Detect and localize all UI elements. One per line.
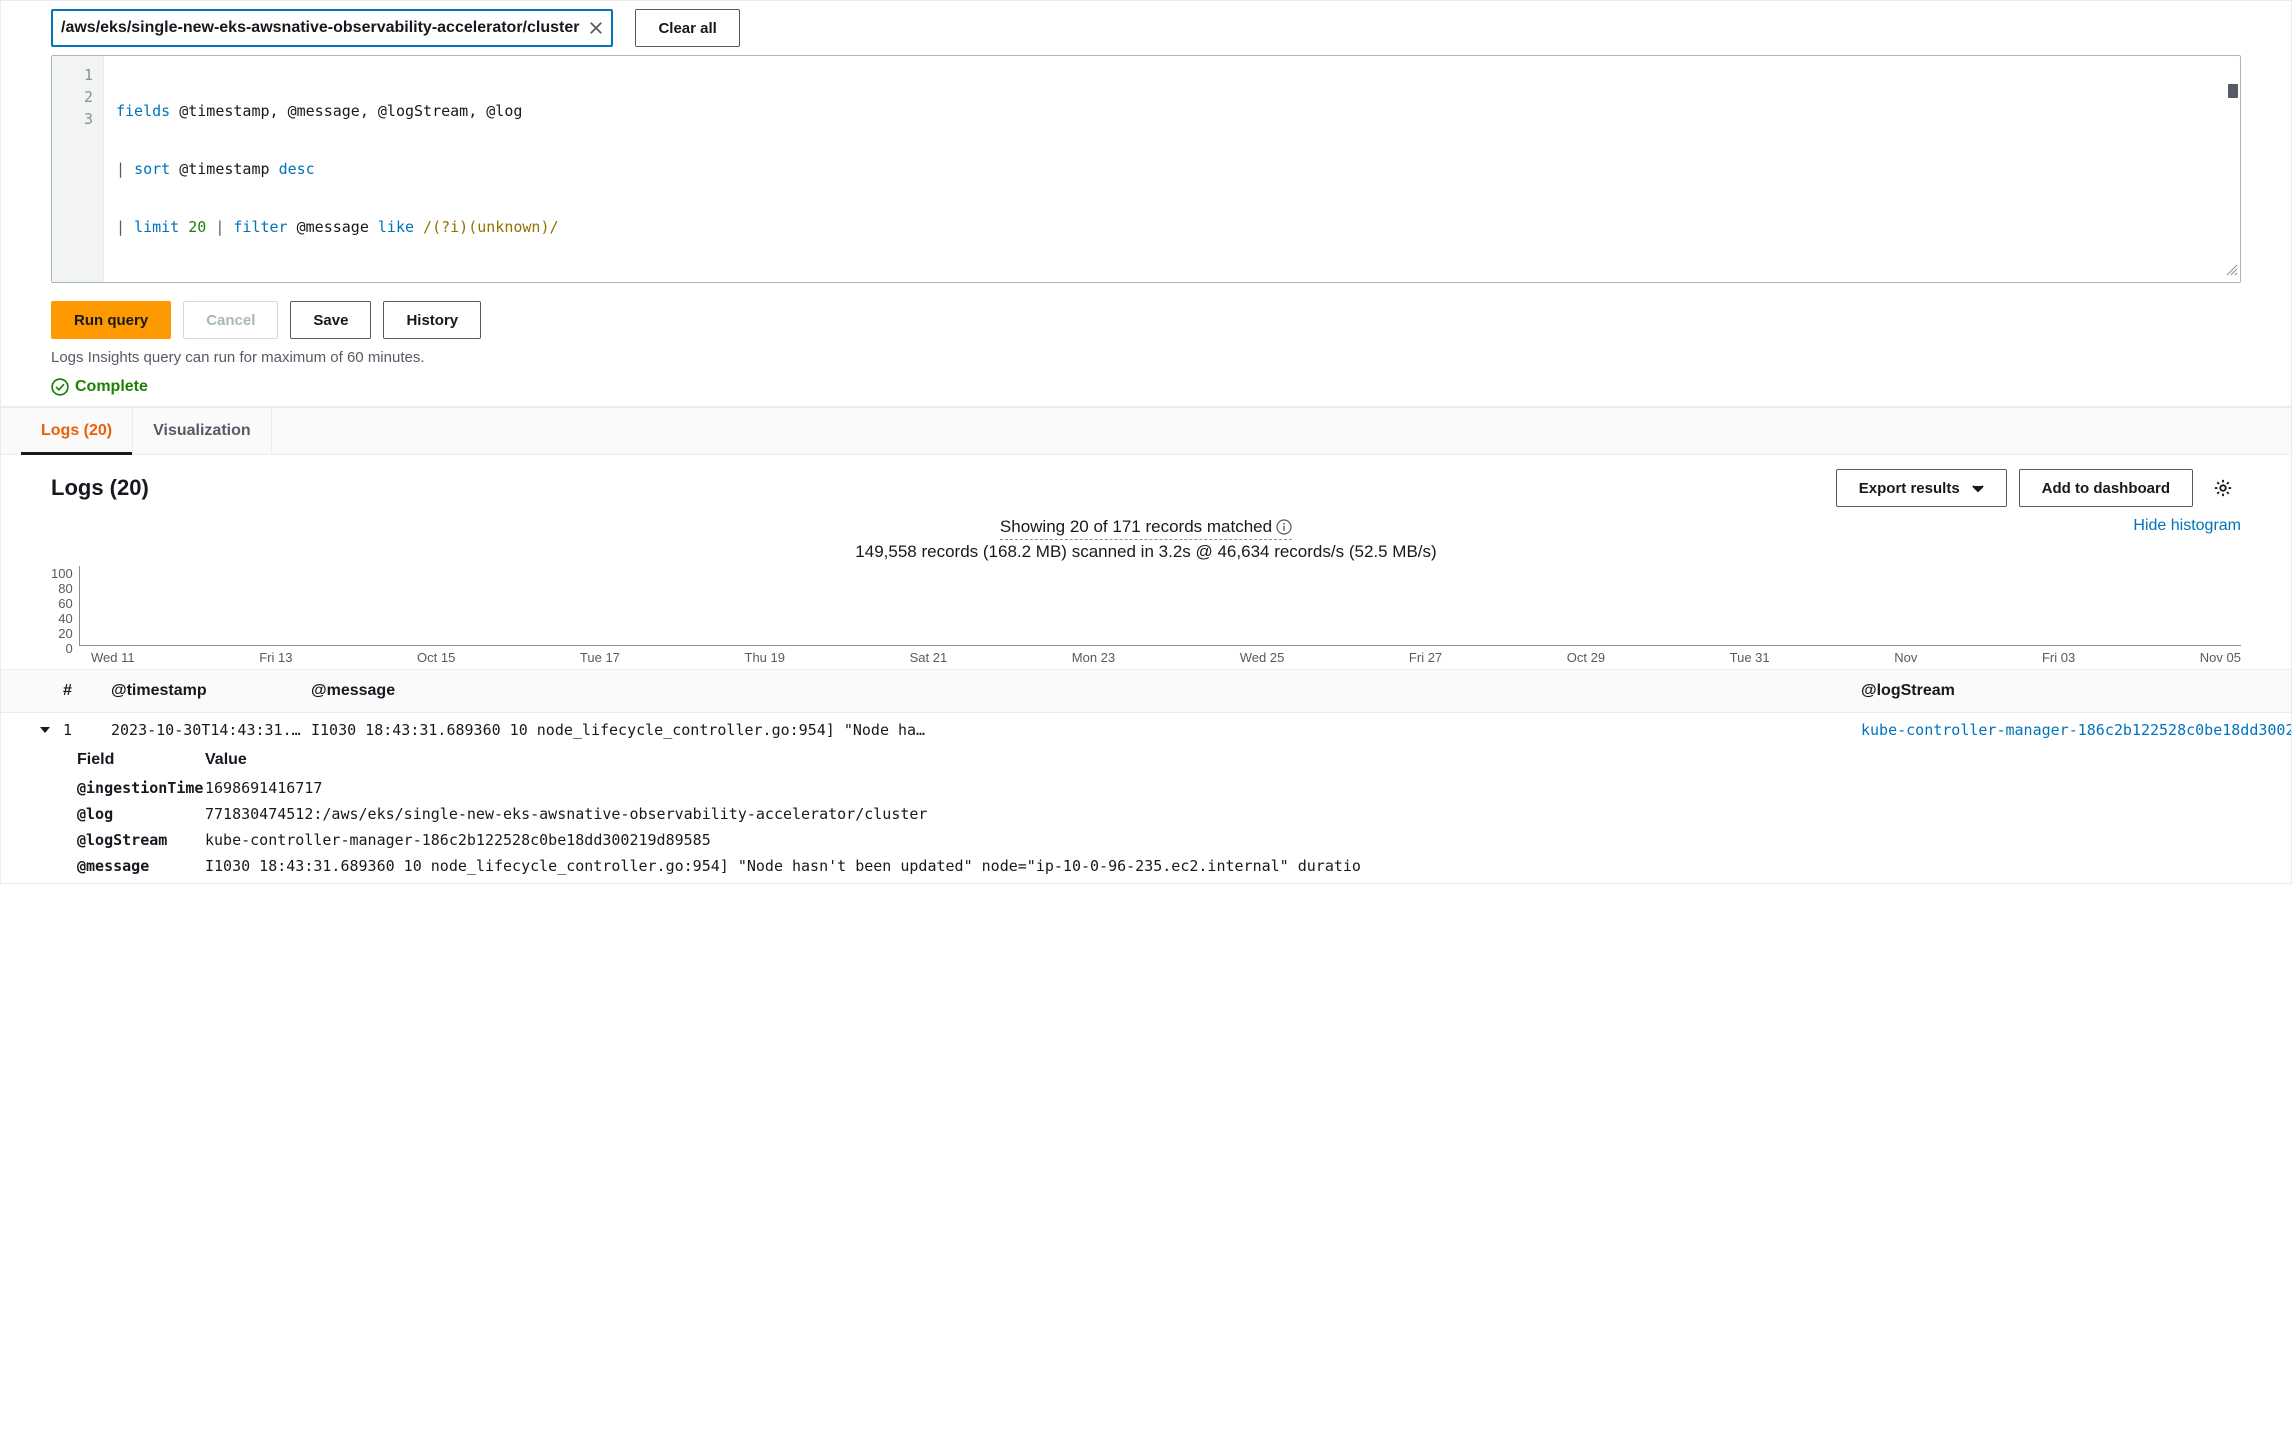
add-to-dashboard-button[interactable]: Add to dashboard <box>2019 469 2193 507</box>
cancel-button: Cancel <box>183 301 278 339</box>
caret-down-icon <box>1972 480 1984 497</box>
row-message: I1030 18:43:31.689360 10 node_lifecycle_… <box>311 721 1861 739</box>
caret-down-filled-icon <box>39 725 51 735</box>
scroll-indicator[interactable] <box>2228 84 2238 98</box>
editor-gutter: 123 <box>52 56 104 282</box>
info-icon <box>1276 519 1292 535</box>
row-logstream-link[interactable]: kube-controller-manager-186c2b122528c0be… <box>1861 721 2291 739</box>
query-hint: Logs Insights query can run for maximum … <box>51 349 2241 366</box>
close-icon[interactable] <box>589 21 603 35</box>
results-title: Logs (20) <box>51 475 149 501</box>
col-index: # <box>51 682 111 700</box>
table-header: # @timestamp @message @logStream <box>1 669 2291 713</box>
editor-code[interactable]: fields @timestamp, @message, @logStream,… <box>104 56 2240 282</box>
expand-toggle[interactable] <box>1 721 51 739</box>
y-axis: 100 80 60 40 20 0 <box>51 566 79 646</box>
row-timestamp: 2023-10-30T14:43:31.… <box>111 721 311 739</box>
check-circle-icon <box>51 378 69 396</box>
hide-histogram-link[interactable]: Hide histogram <box>2133 517 2241 535</box>
detail-row: @log 771830474512:/aws/eks/single-new-ek… <box>77 805 2291 823</box>
query-editor[interactable]: 123 fields @timestamp, @message, @logStr… <box>51 55 2241 283</box>
settings-button[interactable] <box>2205 470 2241 506</box>
col-logstream: @logStream <box>1861 682 2291 700</box>
x-axis: Wed 11 Fri 13 Oct 15 Tue 17 Thu 19 Sat 2… <box>51 646 2241 665</box>
detail-row: @ingestionTime 1698691416717 <box>77 779 2291 797</box>
row-index: 1 <box>51 721 111 739</box>
clear-all-button[interactable]: Clear all <box>635 9 739 47</box>
save-button[interactable]: Save <box>290 301 371 339</box>
plot-area[interactable] <box>79 566 2241 646</box>
histogram: 100 80 60 40 20 0 Wed 11 Fri 13 Oct 15 T… <box>1 562 2291 669</box>
status-complete: Complete <box>51 378 2241 396</box>
detail-row: @logStream kube-controller-manager-186c2… <box>77 831 2291 849</box>
stats-matched: Showing 20 of 171 records matched <box>1000 517 1292 540</box>
gear-icon <box>2213 478 2233 498</box>
table-row[interactable]: 1 2023-10-30T14:43:31.… I1030 18:43:31.6… <box>1 713 2291 747</box>
tab-visualization[interactable]: Visualization <box>133 408 272 454</box>
stats-scanned: 149,558 records (168.2 MB) scanned in 3.… <box>51 542 2241 562</box>
export-results-button[interactable]: Export results <box>1836 469 2007 507</box>
row-details: Field Value @ingestionTime 1698691416717… <box>1 747 2291 875</box>
log-group-text: /aws/eks/single-new-eks-awsnative-observ… <box>61 19 579 37</box>
detail-row: @message I1030 18:43:31.689360 10 node_l… <box>77 857 2291 875</box>
col-timestamp: @timestamp <box>111 682 311 700</box>
resize-handle[interactable] <box>2226 264 2238 280</box>
col-message: @message <box>311 682 1861 700</box>
history-button[interactable]: History <box>383 301 481 339</box>
log-group-token[interactable]: /aws/eks/single-new-eks-awsnative-observ… <box>51 9 613 47</box>
tabs: Logs (20) Visualization <box>1 408 2291 455</box>
tab-logs[interactable]: Logs (20) <box>21 408 133 454</box>
run-query-button[interactable]: Run query <box>51 301 171 339</box>
details-value-header: Value <box>205 751 247 769</box>
details-field-header: Field <box>77 751 205 769</box>
